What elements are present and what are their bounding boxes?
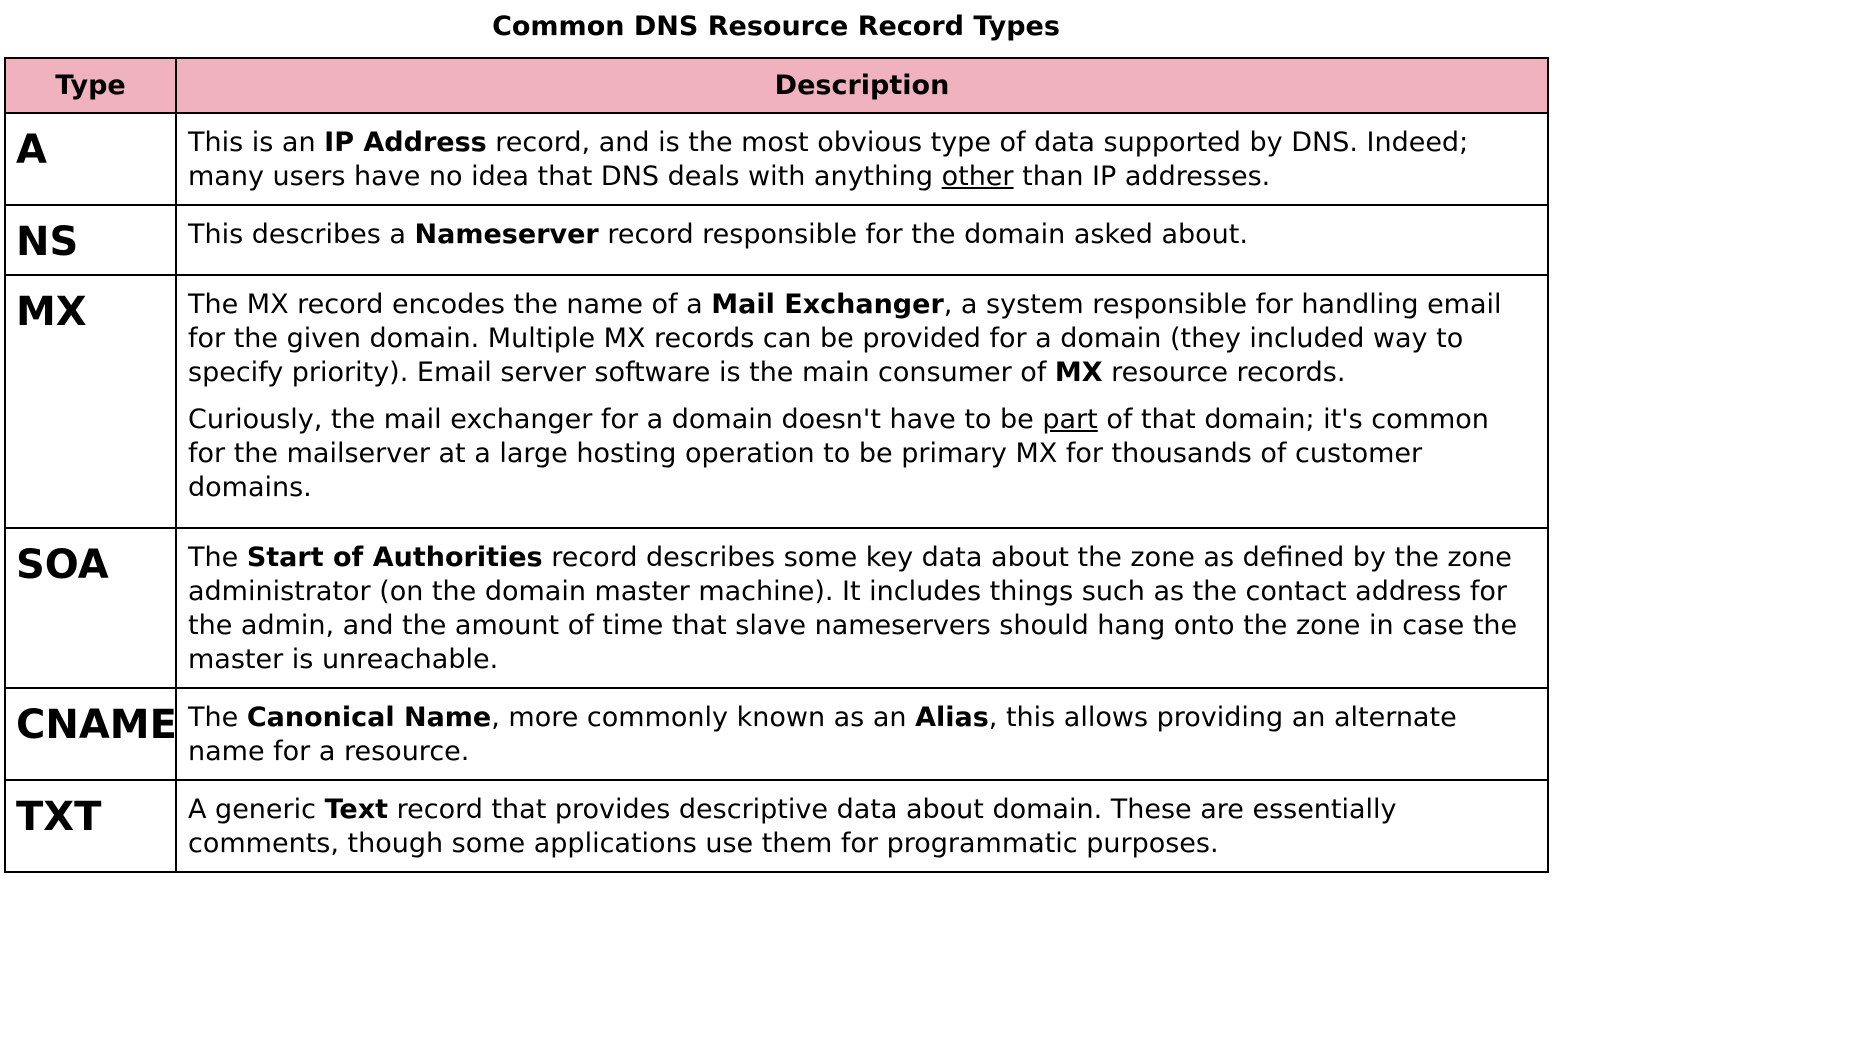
emphasized-term: Mail Exchanger (711, 289, 944, 320)
underlined-word: other (941, 161, 1014, 192)
description-text: The MX record encodes the name of a (188, 289, 712, 320)
emphasized-term: Start of Authorities (246, 542, 543, 573)
record-type: CNAME (4, 687, 177, 781)
table-body: A This is an IP Address record, and is th… (4, 112, 1549, 873)
record-description: This is an IP Address record, and is the… (175, 112, 1549, 206)
description-text: record responsible for the domain asked … (598, 219, 1248, 250)
record-description: The Canonical Name, more commonly known … (175, 687, 1549, 781)
description-paragraph: This is an IP Address record, and is the… (188, 126, 1529, 194)
record-type: NS (4, 204, 177, 276)
table-row: A This is an IP Address record, and is th… (4, 112, 1549, 206)
description-text: A generic (188, 794, 325, 825)
description-paragraph: The Start of Authorities record describe… (188, 541, 1529, 677)
description-text: than IP addresses. (1013, 161, 1271, 192)
description-paragraph: The Canonical Name, more commonly known … (188, 701, 1529, 769)
dns-record-table: Type Description A This is an IP Address … (4, 57, 1549, 873)
table-title: Common DNS Resource Record Types (492, 11, 1060, 42)
description-paragraph: The MX record encodes the name of a Mail… (188, 288, 1529, 390)
emphasized-term: Alias (915, 702, 989, 733)
record-description: The MX record encodes the name of a Mail… (175, 274, 1549, 529)
type-column-header: Type (4, 57, 177, 114)
description-text: The (188, 702, 247, 733)
emphasized-term: Nameserver (414, 219, 599, 250)
emphasized-term: IP Address (324, 127, 487, 158)
record-type: TXT (4, 779, 177, 873)
emphasized-term: Text (324, 794, 389, 825)
description-text: The (188, 542, 247, 573)
header-row: Type Description (4, 57, 1549, 114)
record-type: SOA (4, 527, 177, 689)
description-text: This describes a (188, 219, 415, 250)
record-description: This describes a Nameserver record respo… (175, 204, 1549, 276)
description-text: , more commonly known as an (491, 702, 916, 733)
table-row: CNAME The Canonical Name, more commonly k… (4, 687, 1549, 781)
record-description: The Start of Authorities record describe… (175, 527, 1549, 689)
description-text: resource records. (1102, 357, 1346, 388)
emphasized-term: MX (1054, 357, 1103, 388)
emphasized-term: Canonical Name (246, 702, 492, 733)
underlined-word: part (1042, 404, 1098, 435)
description-paragraph: This describes a Nameserver record respo… (188, 218, 1529, 252)
table-row: SOA The Start of Authorities record descr… (4, 527, 1549, 689)
table-row: NS This describes a Nameserver record res… (4, 204, 1549, 276)
record-description: A generic Text record that provides desc… (175, 779, 1549, 873)
table-row: TXT A generic Text record that provides d… (4, 779, 1549, 873)
record-type: MX (4, 274, 177, 529)
record-type: A (4, 112, 177, 206)
description-text: Curiously, the mail exchanger for a doma… (188, 404, 1043, 435)
description-paragraph: Curiously, the mail exchanger for a doma… (188, 403, 1529, 505)
description-column-header: Description (175, 57, 1549, 114)
table-row: MX The MX record encodes the name of a Ma… (4, 274, 1549, 529)
description-paragraph: A generic Text record that provides desc… (188, 793, 1529, 861)
description-text: This is an (188, 127, 325, 158)
